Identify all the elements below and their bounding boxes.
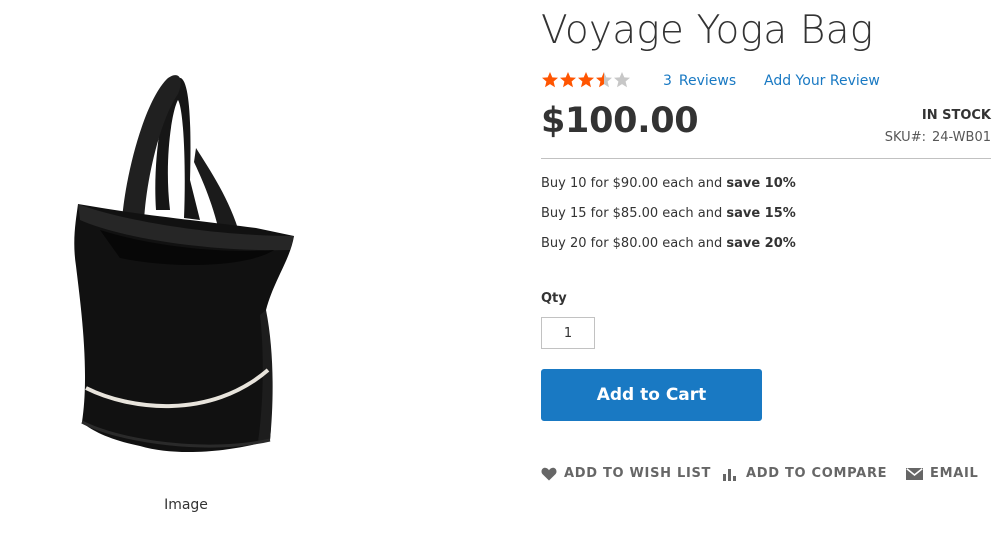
divider	[541, 158, 991, 159]
reviews-count: 3	[663, 73, 672, 89]
tier-save: save 15%	[726, 206, 796, 221]
rating-stars	[541, 71, 631, 89]
tier-price-item: Buy 15 for $85.00 each and save 15%	[541, 206, 796, 221]
product-gallery: Image	[0, 0, 372, 536]
wishlist-label: Add to Wish List	[564, 466, 712, 481]
product-social-links: Add to Wish List Add to Compare Email	[541, 466, 991, 486]
product-image[interactable]	[60, 70, 310, 460]
add-to-wishlist-link[interactable]: Add to Wish List	[541, 466, 711, 481]
star-rating-icon	[542, 72, 630, 88]
tier-price-list: Buy 10 for $90.00 each and save 10% Buy …	[541, 176, 796, 266]
stock-status: IN STOCK	[921, 108, 991, 123]
sku-value: 24-WB01	[931, 130, 991, 145]
sku-label: SKU#:	[884, 130, 926, 145]
qty-input[interactable]	[541, 317, 595, 349]
compare-label: Add to Compare	[746, 466, 888, 481]
email-label: Email	[930, 466, 979, 481]
bar-chart-icon	[723, 468, 736, 481]
envelope-icon	[906, 467, 923, 480]
product-price: $100.00	[541, 101, 699, 141]
reviews-link[interactable]: 3 Reviews	[663, 73, 736, 89]
tier-price-item: Buy 10 for $90.00 each and save 10%	[541, 176, 796, 191]
tier-save: save 20%	[726, 236, 796, 251]
heart-icon	[541, 467, 557, 480]
image-caption: Image	[164, 497, 208, 513]
product-reviews-summary: 3 Reviews Add Your Review	[541, 71, 991, 91]
tier-price-item: Buy 20 for $80.00 each and save 20%	[541, 236, 796, 251]
add-to-cart-button[interactable]: Add to Cart	[541, 369, 762, 421]
product-sku: SKU#: 24-WB01	[885, 130, 991, 145]
tier-save: save 10%	[726, 176, 796, 191]
reviews-label: Reviews	[678, 73, 737, 89]
add-to-compare-link[interactable]: Add to Compare	[723, 466, 887, 481]
qty-label: Qty	[541, 291, 567, 306]
add-review-link[interactable]: Add Your Review	[764, 73, 880, 89]
email-friend-link[interactable]: Email	[906, 466, 979, 481]
product-title: Voyage Yoga Bag	[541, 8, 874, 53]
